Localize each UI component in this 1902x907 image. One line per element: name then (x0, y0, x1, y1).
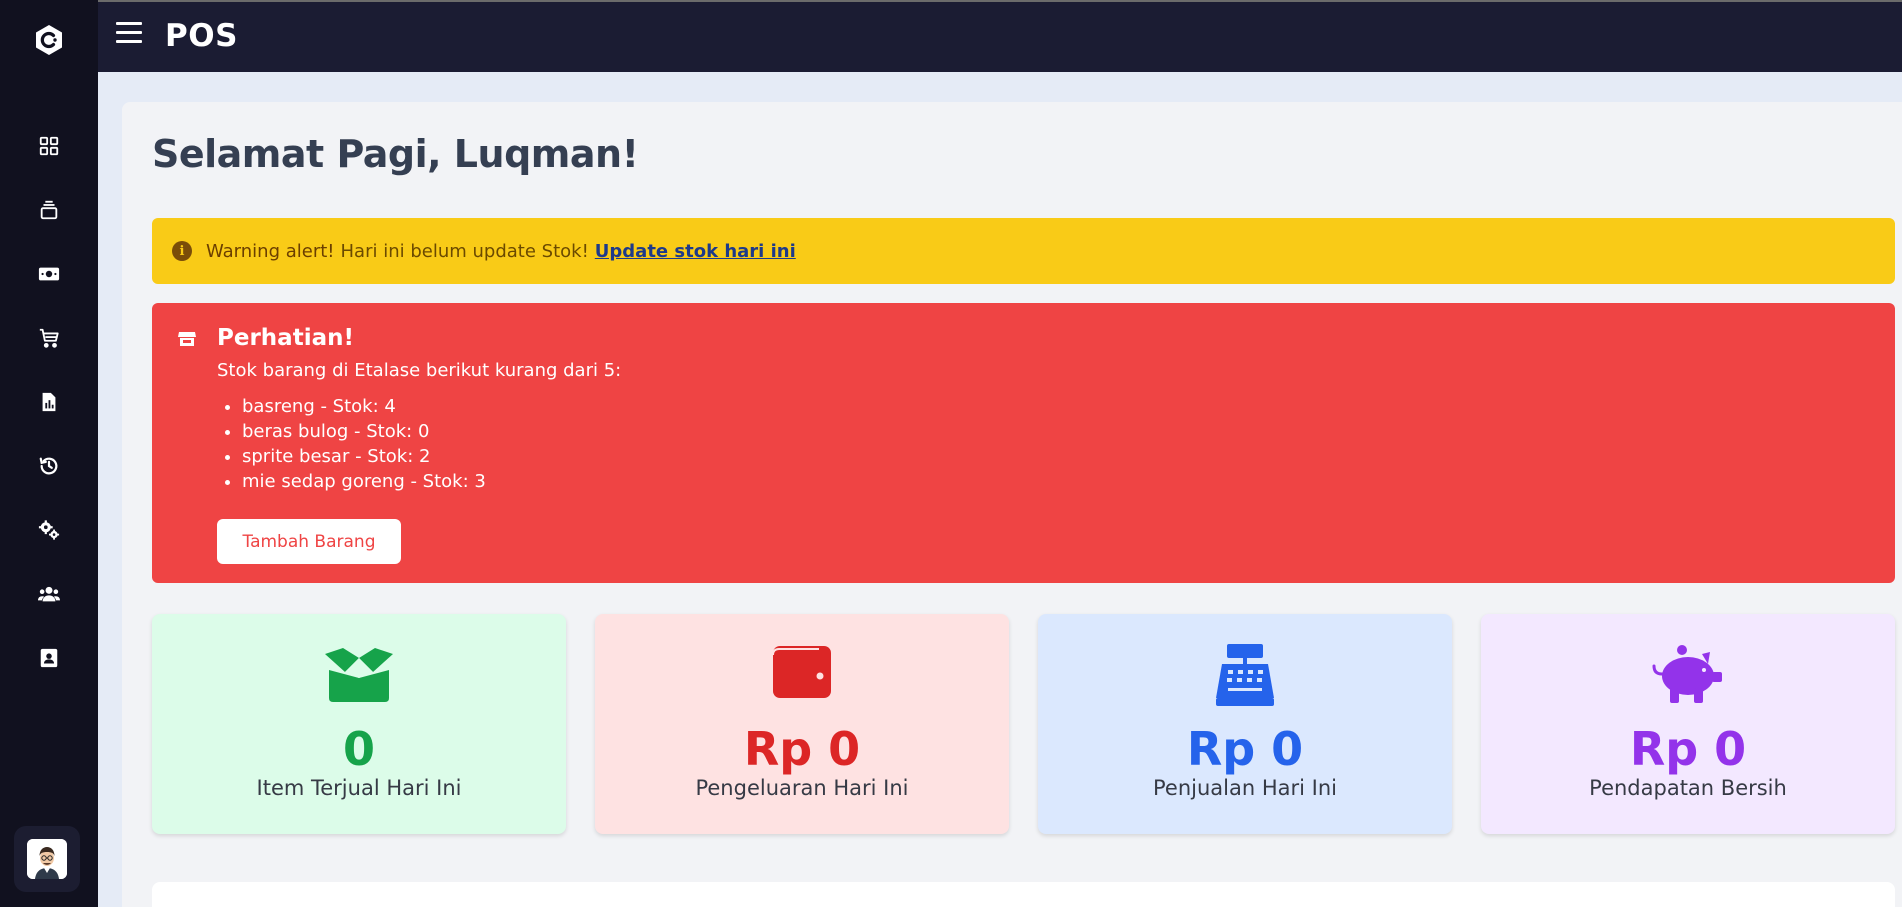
update-stock-link[interactable]: Update stok hari ini (595, 241, 796, 262)
menu-toggle-icon[interactable] (116, 22, 142, 46)
list-item: basreng - Stok: 4 (242, 394, 486, 419)
piggy-bank-icon (1652, 645, 1722, 703)
cart-icon (39, 328, 59, 348)
history-icon (39, 457, 58, 475)
layers-icon (40, 200, 58, 220)
stat-card-net-income: Rp 0 Pendapatan Bersih (1481, 614, 1895, 834)
stat-value: Rp 0 (1186, 722, 1304, 776)
topbar: POS (98, 0, 1902, 72)
sidebar-item-contact[interactable] (33, 642, 65, 674)
stat-label: Pendapatan Bersih (1589, 776, 1787, 800)
sidebar-item-stock[interactable] (33, 194, 65, 226)
sidebar (0, 0, 98, 907)
list-item: sprite besar - Stok: 2 (242, 444, 486, 469)
sidebar-item-cart[interactable] (33, 322, 65, 354)
dashboard-grid-icon (39, 136, 59, 156)
list-item: beras bulog - Stok: 0 (242, 419, 486, 444)
warning-alert-text: Hari ini belum update Stok! (340, 240, 589, 262)
stat-value: Rp 0 (1629, 722, 1747, 776)
users-icon (38, 586, 60, 602)
stat-label: Pengeluaran Hari Ini (695, 776, 909, 800)
warning-alert-title: Warning alert! (206, 240, 335, 262)
main-content: Selamat Pagi, Luqman! i Warning alert! H… (122, 102, 1902, 907)
low-stock-list: basreng - Stok: 4 beras bulog - Stok: 0 … (242, 394, 486, 494)
list-item: mie sedap goreng - Stok: 3 (242, 469, 486, 494)
box-open-icon (325, 648, 393, 702)
warning-alert: i Warning alert! Hari ini belum update S… (152, 218, 1895, 284)
alert-title: Perhatian! (217, 325, 354, 351)
avatar (27, 839, 67, 879)
alert-subtitle: Stok barang di Etalase berikut kurang da… (217, 360, 622, 381)
store-icon (178, 332, 196, 346)
stat-card-items-sold: 0 Item Terjual Hari Ini (152, 614, 566, 834)
app-title: POS (165, 18, 238, 54)
cash-register-icon (1216, 644, 1274, 706)
wallet-icon (772, 646, 831, 698)
info-icon: i (172, 241, 192, 261)
app-logo-icon[interactable] (33, 24, 65, 56)
app-root: POS Selamat Pagi, Luqman! i Warning aler… (0, 0, 1902, 907)
sidebar-item-history[interactable] (33, 450, 65, 482)
sidebar-item-money[interactable] (33, 258, 65, 290)
add-item-button[interactable]: Tambah Barang (217, 519, 401, 564)
sidebar-item-dashboard[interactable] (33, 130, 65, 162)
page-title: Selamat Pagi, Luqman! (152, 132, 639, 176)
stat-value: Rp 0 (743, 722, 861, 776)
money-icon (38, 267, 60, 281)
stat-label: Item Terjual Hari Ini (256, 776, 462, 800)
stat-value: 0 (342, 722, 375, 776)
settings-gears-icon (38, 520, 60, 540)
stat-card-sales: Rp 0 Penjualan Hari Ini (1038, 614, 1452, 834)
sidebar-item-report[interactable] (33, 386, 65, 418)
stat-label: Penjualan Hari Ini (1153, 776, 1337, 800)
low-stock-alert: Perhatian! Stok barang di Etalase beriku… (152, 303, 1895, 583)
user-avatar-button[interactable] (14, 826, 80, 892)
sidebar-item-settings[interactable] (33, 514, 65, 546)
report-file-icon (42, 392, 56, 412)
stat-card-expenses: Rp 0 Pengeluaran Hari Ini (595, 614, 1009, 834)
content-panel (152, 882, 1895, 907)
contact-card-icon (40, 648, 58, 668)
sidebar-item-users[interactable] (33, 578, 65, 610)
